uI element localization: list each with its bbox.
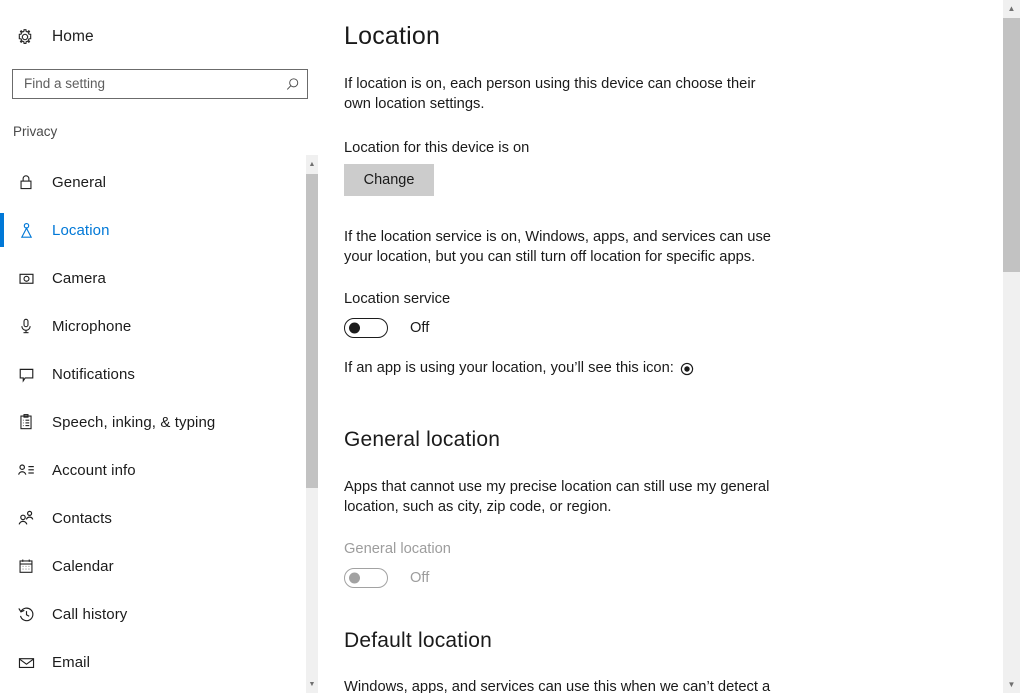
microphone-icon	[14, 314, 38, 338]
sidebar-item-label: Notifications	[52, 365, 136, 383]
page-title: Location	[344, 22, 441, 50]
location-active-indicator-icon	[680, 362, 694, 376]
toggle-knob	[349, 322, 360, 334]
default-location-heading: Default location	[344, 629, 492, 652]
home-nav-item[interactable]: Home	[0, 20, 300, 54]
location-service-toggle-row: Off	[344, 318, 429, 338]
sidebar-item-label: Speech, inking, & typing	[52, 413, 216, 431]
sidebar-item-label: General	[52, 173, 107, 191]
sidebar-item-label: Microphone	[52, 317, 132, 335]
sidebar-item-label: Camera	[52, 269, 106, 287]
scroll-up-arrow-icon[interactable]: ▲	[306, 157, 318, 171]
general-location-label: General location	[344, 541, 451, 557]
scroll-up-arrow-icon[interactable]: ▲	[1003, 0, 1020, 17]
settings-window: Home Privacy General	[0, 0, 1020, 693]
envelope-icon	[14, 650, 38, 674]
general-location-toggle[interactable]	[344, 568, 388, 588]
scrollbar-thumb[interactable]	[1003, 18, 1020, 272]
scroll-down-arrow-icon[interactable]: ▼	[1003, 676, 1020, 693]
contacts-icon	[14, 506, 38, 530]
location-service-label: Location service	[344, 291, 451, 307]
search-box[interactable]	[12, 69, 308, 99]
sidebar-scrollbar[interactable]: ▲ ▼	[306, 155, 318, 693]
account-info-icon	[14, 458, 38, 482]
main-content: Location If location is on, each person …	[344, 0, 994, 693]
sidebar-item-location[interactable]: Location	[0, 206, 300, 254]
call-history-icon	[14, 602, 38, 626]
lock-icon	[14, 170, 38, 194]
section-label: Privacy	[13, 124, 58, 139]
sidebar: Home Privacy General	[0, 0, 320, 693]
selection-accent-bar	[0, 213, 4, 247]
gear-icon	[14, 26, 36, 48]
sidebar-item-label: Calendar	[52, 557, 114, 575]
location-indicator-note-text: If an app is using your location, you’ll…	[344, 360, 674, 376]
sidebar-item-email[interactable]: Email	[0, 638, 300, 686]
toggle-knob	[349, 572, 360, 584]
sidebar-item-label: Email	[52, 653, 91, 671]
general-location-toggle-row: Off	[344, 568, 429, 588]
change-button[interactable]: Change	[344, 164, 434, 196]
home-label: Home	[52, 28, 94, 45]
sidebar-item-account-info[interactable]: Account info	[0, 446, 300, 494]
intro-description: If location is on, each person using thi…	[344, 76, 756, 112]
sidebar-item-label: Account info	[52, 461, 136, 479]
sidebar-item-label: Call history	[52, 605, 128, 623]
search-input[interactable]	[13, 71, 279, 97]
privacy-nav-list: General Location Camera Microphone Notif…	[0, 158, 300, 693]
default-location-description: Windows, apps, and services can use this…	[344, 679, 771, 693]
general-location-description: Apps that cannot use my precise location…	[344, 479, 770, 515]
sidebar-item-call-history[interactable]: Call history	[0, 590, 300, 638]
camera-icon	[14, 266, 38, 290]
sidebar-item-speech-inking-typing[interactable]: Speech, inking, & typing	[0, 398, 300, 446]
location-service-description: If the location service is on, Windows, …	[344, 229, 771, 265]
calendar-icon	[14, 554, 38, 578]
sidebar-item-contacts[interactable]: Contacts	[0, 494, 300, 542]
sidebar-item-notifications[interactable]: Notifications	[0, 350, 300, 398]
sidebar-item-general[interactable]: General	[0, 158, 300, 206]
location-person-icon	[14, 218, 38, 242]
sidebar-item-calendar[interactable]: Calendar	[0, 542, 300, 590]
clipboard-icon	[14, 410, 38, 434]
location-service-toggle-state: Off	[410, 320, 430, 336]
general-location-toggle-state: Off	[410, 570, 430, 586]
device-location-state: Location for this device is on	[344, 140, 530, 156]
location-indicator-note: If an app is using your location, you’ll…	[344, 360, 694, 376]
scrollbar-thumb[interactable]	[306, 174, 318, 488]
notification-bubble-icon	[14, 362, 38, 386]
sidebar-item-camera[interactable]: Camera	[0, 254, 300, 302]
sidebar-item-microphone[interactable]: Microphone	[0, 302, 300, 350]
sidebar-item-label: Contacts	[52, 509, 112, 527]
general-location-heading: General location	[344, 428, 501, 451]
search-icon[interactable]	[279, 71, 305, 97]
sidebar-item-label: Location	[52, 221, 110, 239]
scroll-down-arrow-icon[interactable]: ▼	[306, 677, 318, 691]
location-service-toggle[interactable]	[344, 318, 388, 338]
window-scrollbar[interactable]: ▲ ▼	[1003, 0, 1020, 693]
